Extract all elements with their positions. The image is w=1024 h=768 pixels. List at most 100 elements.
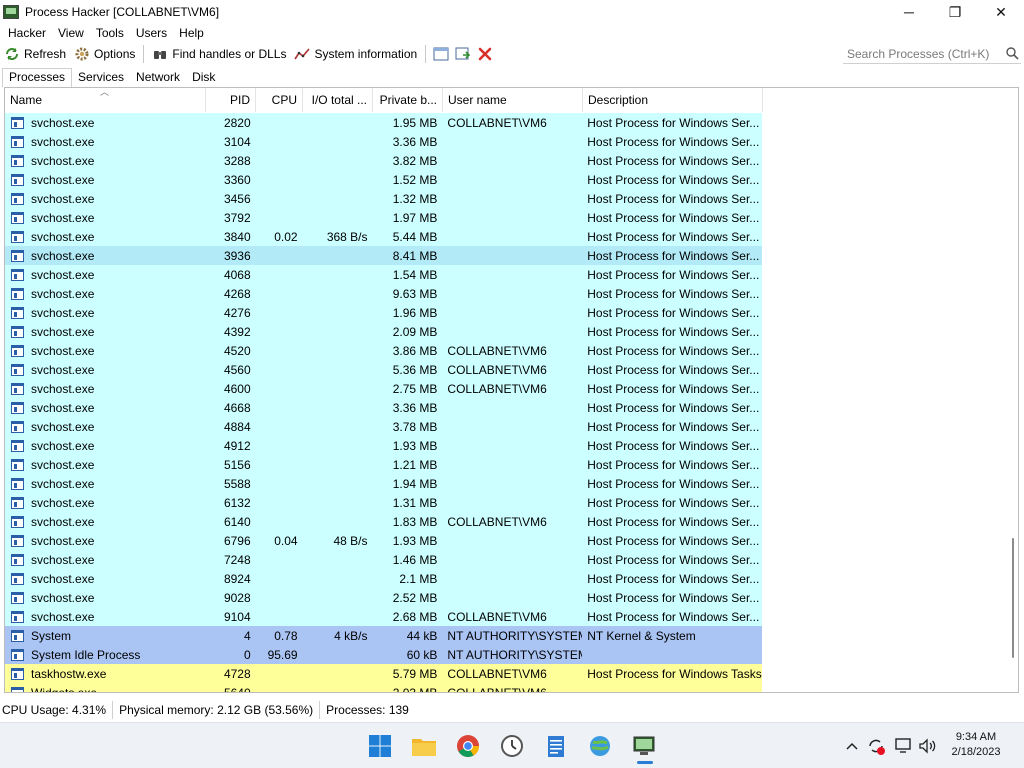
windows-taskbar: 9:34 AM 2/18/2023	[0, 722, 1024, 768]
table-row[interactable]: svchost.exe 8924 2.1 MB Host Process for Wi…	[5, 569, 762, 588]
menu-help[interactable]: Help	[175, 26, 212, 40]
table-row[interactable]: svchost.exe 6796 0.04 48 B/s 1.93 MB Host Pro…	[5, 531, 762, 550]
scrollbar-thumb[interactable]	[1012, 538, 1014, 658]
process-name-cell: svchost.exe	[5, 496, 206, 510]
process-name: svchost.exe	[31, 248, 95, 263]
close-button[interactable]: ✕	[978, 0, 1024, 24]
table-row[interactable]: svchost.exe 5588 1.94 MB Host Process for W…	[5, 474, 762, 493]
process-name: Widgets.exe	[31, 685, 98, 693]
table-row[interactable]: svchost.exe 4912 1.93 MB Host Process for W…	[5, 436, 762, 455]
table-row[interactable]: svchost.exe 9104 2.68 MB COLLABNET\VM6 Host …	[5, 607, 762, 626]
process-rows: svchost.exe 2820 1.95 MB COLLABNET\VM6 Host …	[5, 113, 762, 693]
pid-cell: 6796	[223, 533, 251, 548]
table-row[interactable]: svchost.exe 2820 1.95 MB COLLABNET\VM6 Host …	[5, 113, 762, 132]
table-row[interactable]: svchost.exe 4600 2.75 MB COLLABNET\VM6 Host …	[5, 379, 762, 398]
table-row[interactable]: svchost.exe 4668 3.36 MB Host Process for W…	[5, 398, 762, 417]
file-explorer-icon[interactable]	[409, 731, 439, 761]
menu-users[interactable]: Users	[132, 26, 175, 40]
process-window-icon	[11, 439, 24, 452]
menu-view[interactable]: View	[54, 26, 92, 40]
network-app-icon[interactable]	[585, 731, 615, 761]
table-row[interactable]: svchost.exe 9028 2.52 MB Host Process for W…	[5, 588, 762, 607]
private-bytes-cell: 3.36 MB	[392, 400, 438, 415]
table-row[interactable]: System Idle Process 0 95.69 60 kB NT AUTHORI…	[5, 645, 762, 664]
table-row[interactable]: svchost.exe 7248 1.46 MB Host Process for W…	[5, 550, 762, 569]
binoculars-icon	[152, 46, 168, 62]
table-row[interactable]: taskhostw.exe 4728 5.79 MB COLLABNET\VM6 Hos…	[5, 664, 762, 683]
tab-processes[interactable]: Processes	[2, 68, 73, 87]
table-row[interactable]: svchost.exe 4068 1.54 MB Host Process for W…	[5, 265, 762, 284]
table-row[interactable]: svchost.exe 3792 1.97 MB Host Process for W…	[5, 208, 762, 227]
table-row[interactable]: svchost.exe 6140 1.83 MB COLLABNET\VM6 Host …	[5, 512, 762, 531]
table-row[interactable]: svchost.exe 3288 3.82 MB Host Process for W…	[5, 151, 762, 170]
table-row[interactable]: System 4 0.78 4 kB/s 44 kB NT AUTHORITY\SYSTE…	[5, 626, 762, 645]
pid-cell: 4884	[223, 419, 251, 434]
clock-app-icon[interactable]	[497, 731, 527, 761]
pid-cell: 4728	[223, 666, 251, 681]
terminate-process-icon[interactable]	[474, 44, 496, 64]
process-window-icon	[11, 306, 24, 319]
table-row[interactable]: svchost.exe 3104 3.36 MB Host Process for W…	[5, 132, 762, 151]
process-name: svchost.exe	[31, 552, 95, 567]
private-bytes-cell: 1.46 MB	[392, 552, 438, 567]
chevron-up-icon[interactable]	[842, 736, 862, 756]
table-row[interactable]: svchost.exe 3936 8.41 MB Host Process for W…	[5, 246, 762, 265]
table-row[interactable]: svchost.exe 6132 1.31 MB Host Process for W…	[5, 493, 762, 512]
menu-hacker[interactable]: Hacker	[4, 26, 54, 40]
private-bytes-cell: 8.41 MB	[392, 248, 438, 263]
tab-disk[interactable]: Disk	[186, 68, 221, 87]
table-row[interactable]: svchost.exe 4884 3.78 MB Host Process for W…	[5, 417, 762, 436]
search-processes-input[interactable]	[847, 46, 997, 61]
go-to-window-icon[interactable]	[452, 44, 474, 64]
table-row[interactable]: svchost.exe 4520 3.86 MB COLLABNET\VM6 Host …	[5, 341, 762, 360]
table-row[interactable]: svchost.exe 4268 9.63 MB Host Process for W…	[5, 284, 762, 303]
system-information-button[interactable]: System information	[290, 44, 421, 64]
speaker-icon[interactable]	[918, 736, 938, 756]
pid-cell: 3936	[223, 248, 251, 263]
tab-services[interactable]: Services	[72, 68, 130, 87]
search-icon[interactable]	[1005, 46, 1019, 63]
table-row[interactable]: svchost.exe 3456 1.32 MB Host Process for W…	[5, 189, 762, 208]
table-row[interactable]: svchost.exe 3840 0.02 368 B/s 5.44 MB Host Pr…	[5, 227, 762, 246]
windows-start-icon[interactable]	[365, 731, 395, 761]
description-cell: Host Process for Windows Ser...	[587, 191, 760, 206]
column-header-pid[interactable]: PID	[206, 88, 256, 112]
maximize-button[interactable]: ❐	[932, 0, 978, 24]
chrome-icon[interactable]	[453, 731, 483, 761]
taskbar-clock[interactable]: 9:34 AM 2/18/2023	[946, 730, 1006, 760]
process-name-cell: svchost.exe	[5, 534, 206, 548]
refresh-button[interactable]: Refresh	[0, 44, 70, 64]
process-name-cell: svchost.exe	[5, 515, 206, 529]
column-header-cpu[interactable]: CPU	[256, 88, 303, 112]
tab-network[interactable]: Network	[130, 68, 186, 87]
table-row[interactable]: svchost.exe 4392 2.09 MB Host Process for W…	[5, 322, 762, 341]
process-window-icon	[11, 268, 24, 281]
process-hacker-icon[interactable]	[629, 731, 659, 761]
notepad-icon[interactable]	[541, 731, 571, 761]
column-header-description[interactable]: Description	[583, 88, 763, 112]
table-row[interactable]: svchost.exe 3360 1.52 MB Host Process for W…	[5, 170, 762, 189]
options-button[interactable]: Options	[70, 44, 139, 64]
process-name-cell: svchost.exe	[5, 458, 206, 472]
vertical-scrollbar[interactable]	[1010, 88, 1016, 692]
column-header-name[interactable]: Name ︿	[5, 88, 206, 112]
process-name: svchost.exe	[31, 476, 95, 491]
window-icon[interactable]	[430, 44, 452, 64]
table-row[interactable]: Widgets.exe 5640 2.03 MB COLLABNET\VM6	[5, 683, 762, 693]
table-row[interactable]: svchost.exe 5156 1.21 MB Host Process for W…	[5, 455, 762, 474]
process-window-icon	[11, 154, 24, 167]
table-row[interactable]: svchost.exe 4276 1.96 MB Host Process for W…	[5, 303, 762, 322]
process-name-cell: svchost.exe	[5, 211, 206, 225]
private-bytes-cell: 3.36 MB	[392, 134, 438, 149]
minimize-button[interactable]: ─	[886, 0, 932, 24]
table-row[interactable]: svchost.exe 4560 5.36 MB COLLABNET\VM6 Host …	[5, 360, 762, 379]
find-handles-button[interactable]: Find handles or DLLs	[148, 44, 290, 64]
menu-tools[interactable]: Tools	[92, 26, 132, 40]
process-name-cell: System	[5, 629, 206, 643]
column-header-io-total[interactable]: I/O total ...	[303, 88, 373, 112]
column-header-private-bytes[interactable]: Private b...	[373, 88, 443, 112]
sync-alert-icon[interactable]	[866, 736, 886, 756]
network-monitor-icon[interactable]	[894, 736, 914, 756]
toolbar-separator	[143, 45, 145, 63]
column-header-user-name[interactable]: User name	[443, 88, 583, 112]
